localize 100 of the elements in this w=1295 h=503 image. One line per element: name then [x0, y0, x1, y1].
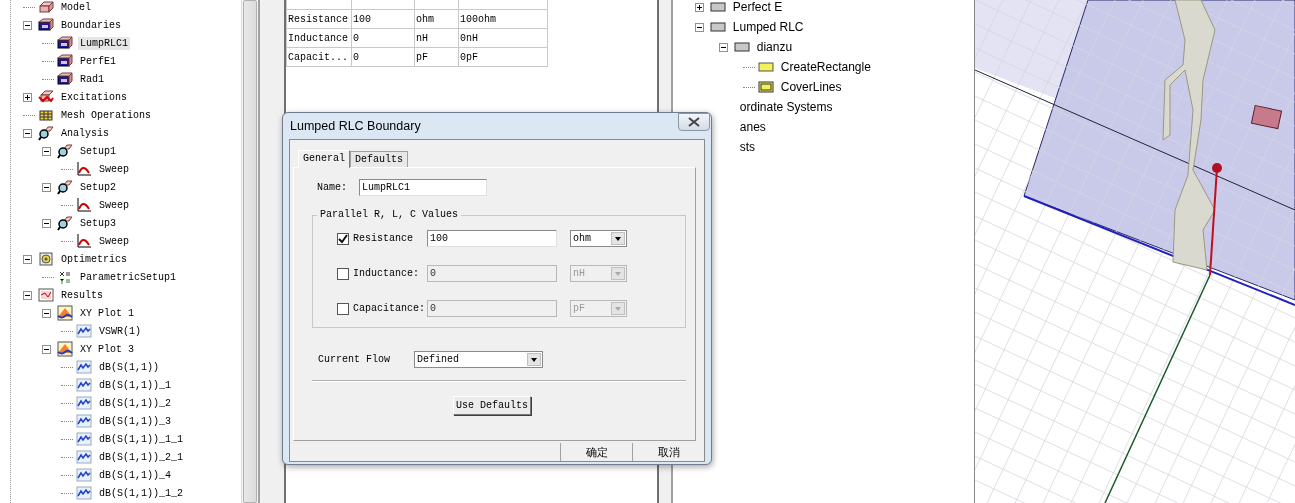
line-chart-icon: [76, 431, 92, 447]
equation-icon: [57, 269, 73, 285]
tree-item[interactable]: Excitations: [59, 90, 129, 104]
close-icon: [688, 117, 700, 127]
checkbox[interactable]: [337, 232, 349, 245]
tree-item[interactable]: Sweep: [97, 162, 131, 176]
line-chart-icon: [76, 377, 92, 393]
line-chart-icon: [76, 485, 92, 501]
tree-item[interactable]: dB(S(1,1))_2_1: [97, 450, 185, 464]
tree-item[interactable]: dB(S(1,1))_2: [97, 396, 173, 410]
field-label: Resistance: [353, 233, 414, 244]
line-chart-icon: [76, 449, 92, 465]
tree-item[interactable]: sts: [737, 139, 758, 155]
gear-icon: [38, 251, 54, 267]
curve-icon: [76, 161, 92, 177]
table-cell: pF: [414, 47, 459, 67]
rectangle-icon: [733, 39, 750, 55]
checkbox[interactable]: [337, 267, 349, 280]
tree-item[interactable]: Rad1: [78, 72, 106, 86]
tree-item[interactable]: Optimetrics: [59, 252, 129, 266]
tree-item[interactable]: Results: [59, 288, 105, 302]
table-cell: 0: [351, 47, 415, 67]
tree-item[interactable]: Analysis: [59, 126, 111, 140]
value-field[interactable]: 100: [427, 230, 557, 247]
name-field[interactable]: LumpRLC1: [359, 179, 487, 196]
tree-item[interactable]: ordinate Systems: [737, 99, 835, 115]
line-chart-icon: [76, 323, 92, 339]
tree-item[interactable]: dB(S(1,1))_4: [97, 468, 173, 482]
rectangle-icon: [709, 0, 726, 15]
collapse-toggle[interactable]: [718, 42, 728, 52]
tree-item[interactable]: CoverLines: [778, 79, 844, 95]
expand-toggle[interactable]: [694, 2, 704, 12]
collapse-toggle[interactable]: [42, 146, 51, 156]
collapse-toggle[interactable]: [23, 254, 32, 264]
curve-icon: [76, 197, 92, 213]
tree-item[interactable]: XY Plot 1: [78, 306, 136, 320]
collapse-toggle[interactable]: [23, 20, 32, 30]
tree-item[interactable]: dB(S(1,1))_1_2: [97, 486, 185, 500]
tree-item[interactable]: Sweep: [97, 198, 131, 212]
tree-item[interactable]: Mesh Operations: [59, 108, 153, 122]
collapse-toggle[interactable]: [42, 308, 51, 318]
collapse-toggle[interactable]: [42, 182, 51, 192]
table-cell: ohm: [414, 9, 459, 29]
curve-icon: [76, 233, 92, 249]
table-cell: 0nH: [458, 28, 548, 48]
rectangle-icon: [709, 19, 726, 35]
tree-item[interactable]: Setup1: [78, 144, 118, 158]
rectangle-icon: [757, 79, 774, 95]
scrollbar[interactable]: [240, 0, 258, 503]
use-defaults-button[interactable]: Use Defaults: [453, 396, 531, 415]
collapse-toggle[interactable]: [42, 344, 51, 354]
chart-icon: [57, 305, 73, 321]
collapse-toggle[interactable]: [23, 128, 32, 138]
tree-item[interactable]: Setup2: [78, 180, 118, 194]
line-chart-icon: [76, 467, 92, 483]
current-flow-dropdown[interactable]: Defined: [414, 351, 543, 368]
box-icon: [57, 35, 73, 51]
box-icon: [38, 0, 54, 15]
tree-item[interactable]: dianzu: [754, 39, 795, 55]
tree-item[interactable]: ParametricSetup1: [78, 270, 178, 284]
tree-item[interactable]: Sweep: [97, 234, 131, 248]
tree-item[interactable]: LumpRLC1: [78, 36, 130, 50]
tree-item[interactable]: XY Plot 3: [78, 342, 136, 356]
tree-item[interactable]: CreateRectangle: [778, 59, 873, 75]
check-icon: [338, 233, 348, 244]
table-cell: 100: [351, 9, 415, 29]
magnifier-icon: [57, 143, 73, 159]
magnifier-icon: [57, 215, 73, 231]
line-chart-icon: [76, 359, 92, 375]
tree-item[interactable]: dB(S(1,1)): [97, 360, 161, 374]
tree-item[interactable]: dB(S(1,1))_3: [97, 414, 173, 428]
checkbox[interactable]: [337, 302, 349, 315]
tree-item[interactable]: Lumped RLC: [730, 19, 806, 35]
expand-toggle[interactable]: [23, 92, 32, 102]
close-button[interactable]: [678, 113, 710, 131]
table-cell: nH: [414, 28, 459, 48]
table-cell: Resistance: [286, 9, 352, 29]
box-icon: [57, 71, 73, 87]
tree-item[interactable]: dB(S(1,1))_1_1: [97, 432, 185, 446]
tree-item[interactable]: Setup3: [78, 216, 118, 230]
box-icon: [57, 53, 73, 69]
table-cell: 0: [351, 28, 415, 48]
tab[interactable]: Defaults: [350, 151, 409, 167]
tree-item[interactable]: VSWR(1): [97, 324, 143, 338]
tree-item[interactable]: Perfect E: [730, 0, 785, 15]
tree-item[interactable]: dB(S(1,1))_1: [97, 378, 173, 392]
tab[interactable]: General: [298, 150, 350, 168]
table-cell: 0pF: [458, 47, 548, 67]
tree-item[interactable]: anes: [737, 119, 768, 135]
collapse-toggle[interactable]: [694, 22, 704, 32]
unit-dropdown[interactable]: ohm: [570, 230, 627, 247]
tree-item[interactable]: PerfE1: [78, 54, 118, 68]
chart-icon: [38, 287, 54, 303]
collapse-toggle[interactable]: [42, 218, 51, 228]
tree-item[interactable]: Boundaries: [59, 18, 123, 32]
table-cell: 100ohm: [458, 9, 548, 29]
rectangle-icon: [757, 59, 774, 75]
tree-item[interactable]: Model: [59, 0, 93, 14]
grid-icon: [38, 107, 54, 123]
collapse-toggle[interactable]: [23, 290, 32, 300]
